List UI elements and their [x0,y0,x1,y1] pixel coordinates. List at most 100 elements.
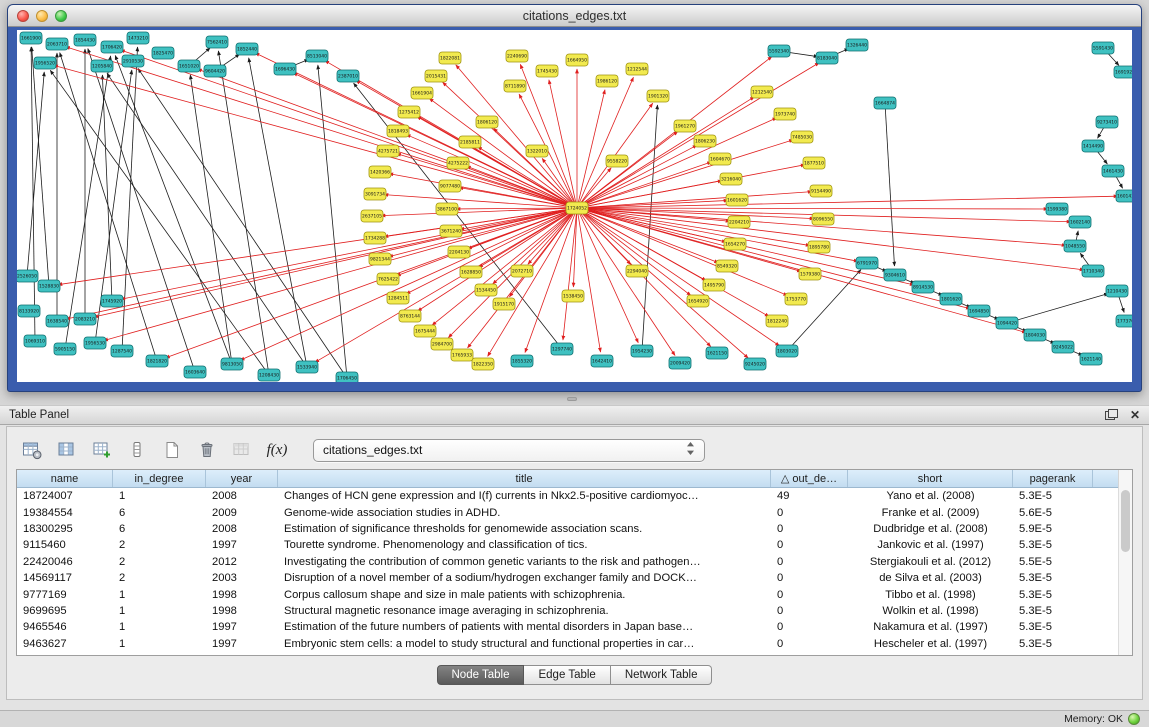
table-source-value: citations_edges.txt [323,443,422,457]
table-row[interactable]: 1872400712008Changes of HCN gene express… [17,488,1132,504]
table-panel-body: f(x) citations_edges.txt namein_degreeye… [6,426,1143,700]
column-header-in_degree[interactable]: in_degree [113,470,206,487]
tab-node-table[interactable]: Node Table [437,665,525,685]
table-cell-pagerank: 5.3E-5 [1013,589,1093,601]
table-cell-title: Estimation of significance thresholds fo… [278,523,771,535]
table-row[interactable]: 977716911998Corpus callosum shape and si… [17,586,1132,602]
graph-node-label: 2240690 [507,54,527,60]
graph-node-label: 1696430 [275,67,295,73]
table-cell-year: 2012 [206,556,278,568]
graph-node-label: 1420366 [370,170,390,176]
import-table-icon[interactable] [159,438,185,462]
panel-title: Table Panel [9,409,69,421]
graph-node-label: 3091734 [365,192,385,198]
graph-edge [32,47,49,286]
float-panel-icon[interactable] [1105,409,1118,422]
graph-node-label: 3216040 [721,177,741,183]
show-columns-icon[interactable] [54,438,80,462]
table-cell-short: Wolkin et al. (1998) [848,605,1013,617]
table-cell-year: 2008 [206,523,278,535]
graph-node-label: 1212540 [752,90,772,96]
delete-column-icon[interactable] [194,438,220,462]
table-mode-icon[interactable] [19,438,45,462]
graph-node-label: 1706450 [337,376,357,382]
graph-node-label: 1461430 [1103,169,1123,175]
graph-node-label: 1538450 [563,294,583,300]
graph-node-label: 1694850 [969,309,989,315]
window-close-button[interactable] [17,10,29,22]
table-source-dropdown[interactable]: citations_edges.txt [313,439,705,462]
table-row[interactable]: 1938455462009Genome-wide association stu… [17,504,1132,520]
graph-node-label: 1821820 [147,359,167,365]
graph-node-label: 1852440 [237,47,257,53]
window-titlebar[interactable]: citations_edges.txt [8,5,1141,27]
graph-node-label: 2387010 [338,74,358,80]
table-cell-name: 9465546 [17,621,113,633]
table-cell-in_degree: 1 [113,605,206,617]
table-cell-year: 2003 [206,572,278,584]
delete-table-icon[interactable] [229,438,255,462]
table-cell-short: Franke et al. (2009) [848,507,1013,519]
column-header-out_degree[interactable]: △ out_de… [771,470,848,487]
graph-node-label: 1210430 [1107,289,1127,295]
graph-node-label: 1765933 [452,353,472,359]
column-header-name[interactable]: name [17,470,113,487]
graph-edge [577,162,711,208]
graph-edge [1007,294,1108,323]
graph-node-label: 9273410 [1097,120,1117,126]
table-row[interactable]: 911546021997Tourette syndrome. Phenomeno… [17,537,1132,553]
graph-edge [577,208,601,352]
table-cell-in_degree: 2 [113,539,206,551]
graph-edge [138,68,347,378]
function-builder-icon[interactable]: f(x) [264,438,290,462]
table-row[interactable]: 969969511998Structural magnetic resonanc… [17,603,1132,619]
table-row[interactable]: 946362711997Embryonic stem cells: a mode… [17,636,1132,652]
tab-network-table[interactable]: Network Table [611,665,713,685]
graph-node-label: 1806230 [695,139,715,145]
graph-edge [218,51,269,375]
table-cell-title: Estimation of the future numbers of pati… [278,621,771,633]
table-cell-title: Changes of HCN gene expression and I(f) … [278,490,771,502]
table-corner [1118,470,1132,488]
network-canvas[interactable]: 1724052182208120154311661904127541218184… [17,30,1132,382]
table-cell-name: 19384554 [17,507,113,519]
table-row[interactable]: 946554611997Estimation of the future num… [17,619,1132,635]
table-row[interactable]: 1456911722003Disruption of a novel membe… [17,570,1132,586]
graph-node-label: 1961270 [675,124,695,130]
window-minimize-button[interactable] [36,10,48,22]
tab-edge-table[interactable]: Edge Table [524,665,610,685]
column-header-title[interactable]: title [278,470,771,487]
graph-edge [107,73,307,367]
table-cell-in_degree: 1 [113,589,206,601]
graph-node-label: 1956530 [85,341,105,347]
network-graph[interactable]: 1724052182208120154311661904127541218184… [17,30,1132,382]
table-scrollbar-thumb[interactable] [1121,490,1130,552]
graph-edge [577,140,793,208]
graph-node-label: 1654270 [725,242,745,248]
close-panel-icon[interactable]: ✕ [1130,409,1140,421]
graph-edge [50,70,269,375]
table-row[interactable]: 2242004622012Investigating the contribut… [17,554,1132,570]
table-scrollbar[interactable] [1118,488,1132,655]
graph-node-label: 1806120 [477,120,497,126]
add-column-icon[interactable] [89,438,115,462]
graph-edge [165,208,577,358]
column-header-pagerank[interactable]: pagerank [1013,470,1093,487]
graph-node-label: 1048550 [1065,244,1085,250]
column-header-short[interactable]: short [848,470,1013,487]
window-zoom-button[interactable] [55,10,67,22]
row-selection-icon[interactable] [124,438,150,462]
table-cell-year: 1997 [206,621,278,633]
table-cell-pagerank: 5.9E-5 [1013,523,1093,535]
table-row[interactable]: 1830029562008Estimation of significance … [17,521,1132,537]
table-cell-title: Structural magnetic resonance image aver… [278,605,771,617]
column-header-year[interactable]: year [206,470,278,487]
table-cell-pagerank: 5.3E-5 [1013,572,1093,584]
table-panel-header: Table Panel ✕ [0,405,1149,425]
table-cell-year: 2008 [206,490,278,502]
panel-resize-handle[interactable] [567,397,577,401]
graph-node-label: 1602140 [1070,220,1090,226]
table-header-row: namein_degreeyeartitle△ out_de…shortpage… [17,470,1132,488]
graph-node-label: 1915170 [494,302,514,308]
graph-node-label: 1599380 [1047,207,1067,213]
